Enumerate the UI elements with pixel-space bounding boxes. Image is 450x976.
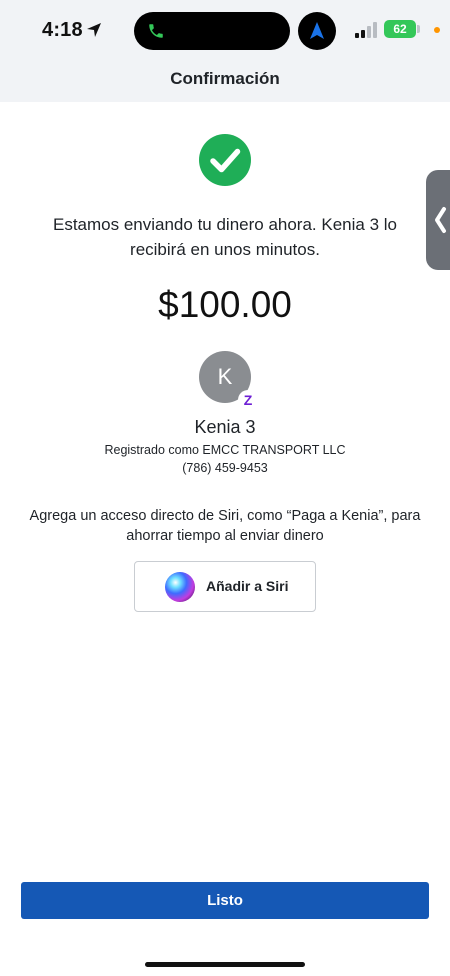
navigation-arrow-icon: [310, 22, 324, 39]
add-to-siri-label: Añadir a Siri: [206, 578, 289, 594]
location-arrow-icon: [87, 23, 101, 37]
siri-icon: [165, 572, 195, 602]
zelle-badge-letter: Z: [243, 392, 253, 408]
header: Confirmación: [0, 60, 450, 102]
add-to-siri-button[interactable]: Añadir a Siri: [134, 561, 316, 612]
chevron-left-icon: [435, 207, 446, 233]
navigation-app-icon[interactable]: [298, 12, 336, 50]
battery-level: 62: [393, 22, 407, 36]
checkmark-circle-icon: [199, 134, 251, 186]
side-panel-handle[interactable]: [426, 170, 450, 270]
confirmation-message: Estamos enviando tu dinero ahora. Kenia …: [52, 215, 397, 259]
recipient-name: Kenia 3: [194, 417, 256, 437]
status-time: 4:18: [42, 19, 83, 41]
battery-indicator: 62: [384, 20, 416, 38]
avatar-initial: K: [217, 364, 233, 389]
done-button-label: Listo: [207, 892, 243, 909]
done-button[interactable]: Listo: [21, 882, 429, 919]
cellular-signal-icon: [355, 22, 377, 38]
zelle-badge-icon: Z: [238, 390, 258, 410]
home-indicator[interactable]: [145, 962, 305, 967]
siri-shortcut-hint: Agrega un acceso directo de Siri, como “…: [29, 508, 421, 544]
recipient-phone: (786) 459-9453: [182, 461, 268, 475]
recipient-registered-as: Registrado como EMCC TRANSPORT LLC: [104, 443, 346, 457]
dynamic-island[interactable]: [134, 12, 290, 50]
phone-icon: [149, 24, 163, 38]
privacy-indicator-dot: [434, 27, 440, 33]
page-title: Confirmación: [170, 69, 280, 88]
battery-cap: [417, 25, 420, 33]
transfer-amount: $100.00: [158, 284, 292, 325]
status-bar: 4:18 62: [0, 0, 450, 60]
